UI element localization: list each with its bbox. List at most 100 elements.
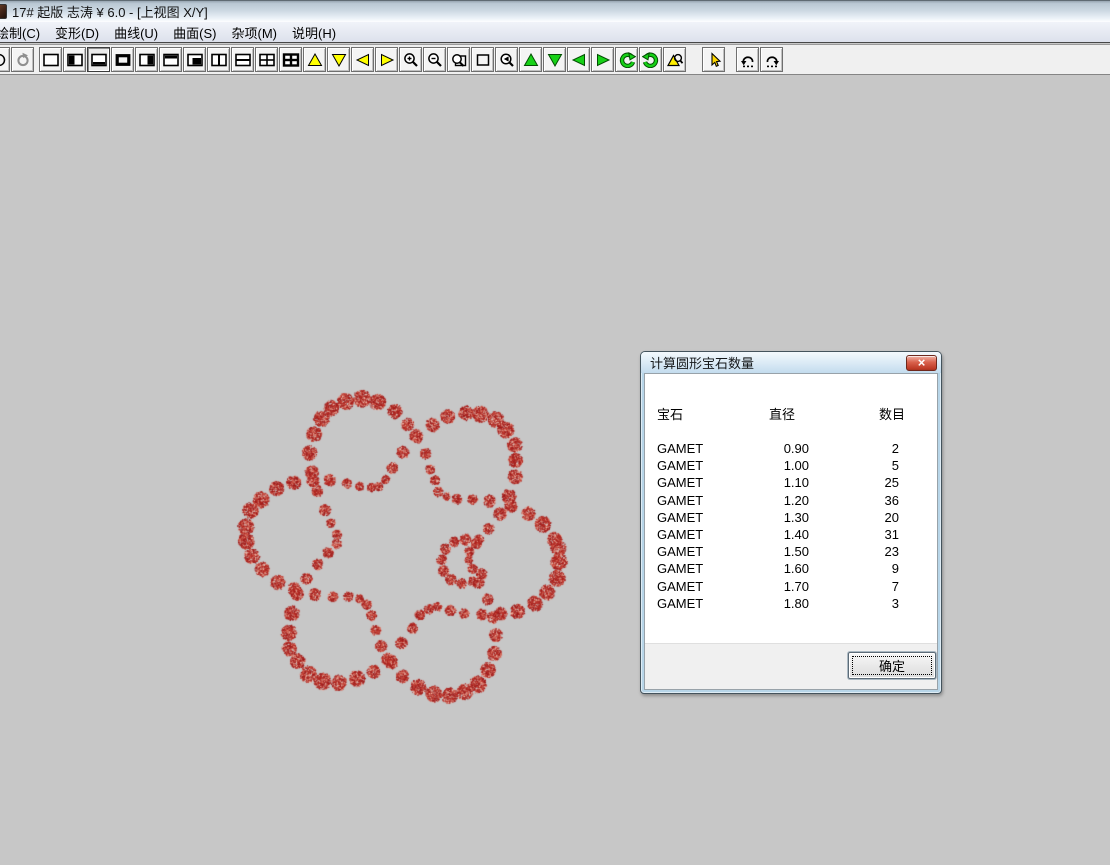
diameter-cell: 1.30 [745, 510, 809, 525]
menu-item-transform[interactable]: 变形(D) [49, 22, 105, 43]
viewport-left-icon [66, 52, 84, 68]
count-cell: 25 [845, 475, 899, 490]
viewport-bottom-icon [90, 52, 108, 68]
zoom-rotate-button[interactable] [495, 47, 518, 72]
gem-name-cell: GAMET [657, 493, 703, 508]
count-cell: 31 [845, 527, 899, 542]
viewport-right-icon [138, 52, 156, 68]
diameter-cell: 1.20 [745, 493, 809, 508]
orbit-ccw-button[interactable] [615, 47, 638, 72]
count-cell: 7 [845, 579, 899, 594]
zoom-fit-button[interactable] [471, 47, 494, 72]
dialog-title: 计算圆形宝石数量 [650, 353, 754, 372]
dialog-footer: 确定 [645, 643, 937, 689]
ok-button[interactable]: 确定 [848, 652, 936, 679]
split-horizontal-button[interactable] [231, 47, 254, 72]
viewport-right-button[interactable] [135, 47, 158, 72]
split-quad-button[interactable] [255, 47, 278, 72]
gem-name-cell: GAMET [657, 579, 703, 594]
close-icon[interactable]: × [906, 355, 937, 371]
viewport-single-button[interactable] [39, 47, 62, 72]
split-quad-icon [258, 52, 276, 68]
dialog-titlebar[interactable]: 计算圆形宝石数量 [641, 352, 941, 373]
diameter-cell: 1.80 [745, 596, 809, 611]
undo-icon [739, 52, 757, 68]
window-titlebar[interactable]: 17# 起版 志涛 ¥ 6.0 - [上视图 X/Y] [0, 0, 1110, 22]
count-cell: 3 [845, 596, 899, 611]
viewport-top-icon [162, 52, 180, 68]
column-header-diameter: 直径 [769, 404, 795, 423]
view-circle-button[interactable] [0, 47, 10, 72]
split-horizontal-icon [234, 52, 252, 68]
pan-right-button[interactable] [375, 47, 398, 72]
zoom-window-button[interactable] [447, 47, 470, 72]
zoom-rotate-icon [498, 52, 516, 68]
count-cell: 20 [845, 510, 899, 525]
menu-item-misc[interactable]: 杂项(M) [225, 22, 283, 43]
orbit-ccw-icon [618, 52, 636, 68]
pan-up-icon [306, 52, 324, 68]
gem-name-cell: GAMET [657, 510, 703, 525]
count-cell: 36 [845, 493, 899, 508]
viewport-inner-icon [186, 52, 204, 68]
rotate-left-button[interactable] [567, 47, 590, 72]
zoom-in-button[interactable] [399, 47, 422, 72]
viewport-bottom-button[interactable] [87, 47, 110, 72]
diameter-cell: 1.40 [745, 527, 809, 542]
menu-item-curve[interactable]: 曲线(U) [108, 22, 164, 43]
diameter-cell: 0.90 [745, 441, 809, 456]
count-cell: 23 [845, 544, 899, 559]
orbit-cw-button[interactable] [639, 47, 662, 72]
count-cell: 5 [845, 458, 899, 473]
gem-name-cell: GAMET [657, 561, 703, 576]
pan-left-button[interactable] [351, 47, 374, 72]
viewport-top-button[interactable] [159, 47, 182, 72]
undo-button[interactable] [736, 47, 759, 72]
pan-up-button[interactable] [303, 47, 326, 72]
gem-name-cell: GAMET [657, 475, 703, 490]
menu-item-draw[interactable]: 绘制(C) [0, 22, 46, 43]
refresh-view-button[interactable] [11, 47, 34, 72]
pan-down-button[interactable] [327, 47, 350, 72]
toolbar [0, 44, 1110, 75]
table-row: GAMET1.609 [645, 561, 937, 578]
zoom-window-icon [450, 52, 468, 68]
gem-name-cell: GAMET [657, 458, 703, 473]
viewport-left-button[interactable] [63, 47, 86, 72]
gem-name-cell: GAMET [657, 596, 703, 611]
gem-count-dialog: 计算圆形宝石数量 × 宝石 直径 数目 GAMET0.902GAMET1.005… [640, 351, 942, 694]
table-row: GAMET1.707 [645, 579, 937, 596]
render-inspect-button[interactable] [663, 47, 686, 72]
orbit-cw-icon [642, 52, 660, 68]
dialog-client: 宝石 直径 数目 GAMET0.902GAMET1.005GAMET1.1025… [644, 373, 938, 690]
table-row: GAMET1.5023 [645, 544, 937, 561]
menu-bar: 绘制(C)变形(D)曲线(U)曲面(S)杂项(M)说明(H) [0, 22, 1110, 43]
refresh-view-icon [14, 52, 32, 68]
rotate-left-icon [570, 52, 588, 68]
menu-item-surface[interactable]: 曲面(S) [167, 22, 222, 43]
viewport-frame-icon [114, 52, 132, 68]
diameter-cell: 1.00 [745, 458, 809, 473]
rotate-down-button[interactable] [543, 47, 566, 72]
app-icon [0, 4, 7, 19]
split-vertical-button[interactable] [207, 47, 230, 72]
zoom-out-button[interactable] [423, 47, 446, 72]
table-row: GAMET 1.40 31 [645, 527, 937, 544]
redo-button[interactable] [760, 47, 783, 72]
menu-item-help[interactable]: 说明(H) [286, 22, 342, 43]
rotate-right-button[interactable] [591, 47, 614, 72]
rotate-up-icon [522, 52, 540, 68]
viewport-inner-button[interactable] [183, 47, 206, 72]
table-row: GAMET0.902 [645, 441, 937, 458]
diameter-cell: 1.10 [745, 475, 809, 490]
design-canvas[interactable] [0, 76, 1110, 865]
select-tool-button[interactable] [702, 47, 725, 72]
viewport-frame-button[interactable] [111, 47, 134, 72]
rotate-up-button[interactable] [519, 47, 542, 72]
split-vertical-icon [210, 52, 228, 68]
split-quad-bold-button[interactable] [279, 47, 302, 72]
render-inspect-icon [666, 52, 684, 68]
gem-name-cell: GAMET [657, 527, 703, 542]
viewport-single-icon [42, 52, 60, 68]
gem-table: 宝石 直径 数目 GAMET0.902GAMET1.005GAMET1.1025… [645, 374, 937, 643]
